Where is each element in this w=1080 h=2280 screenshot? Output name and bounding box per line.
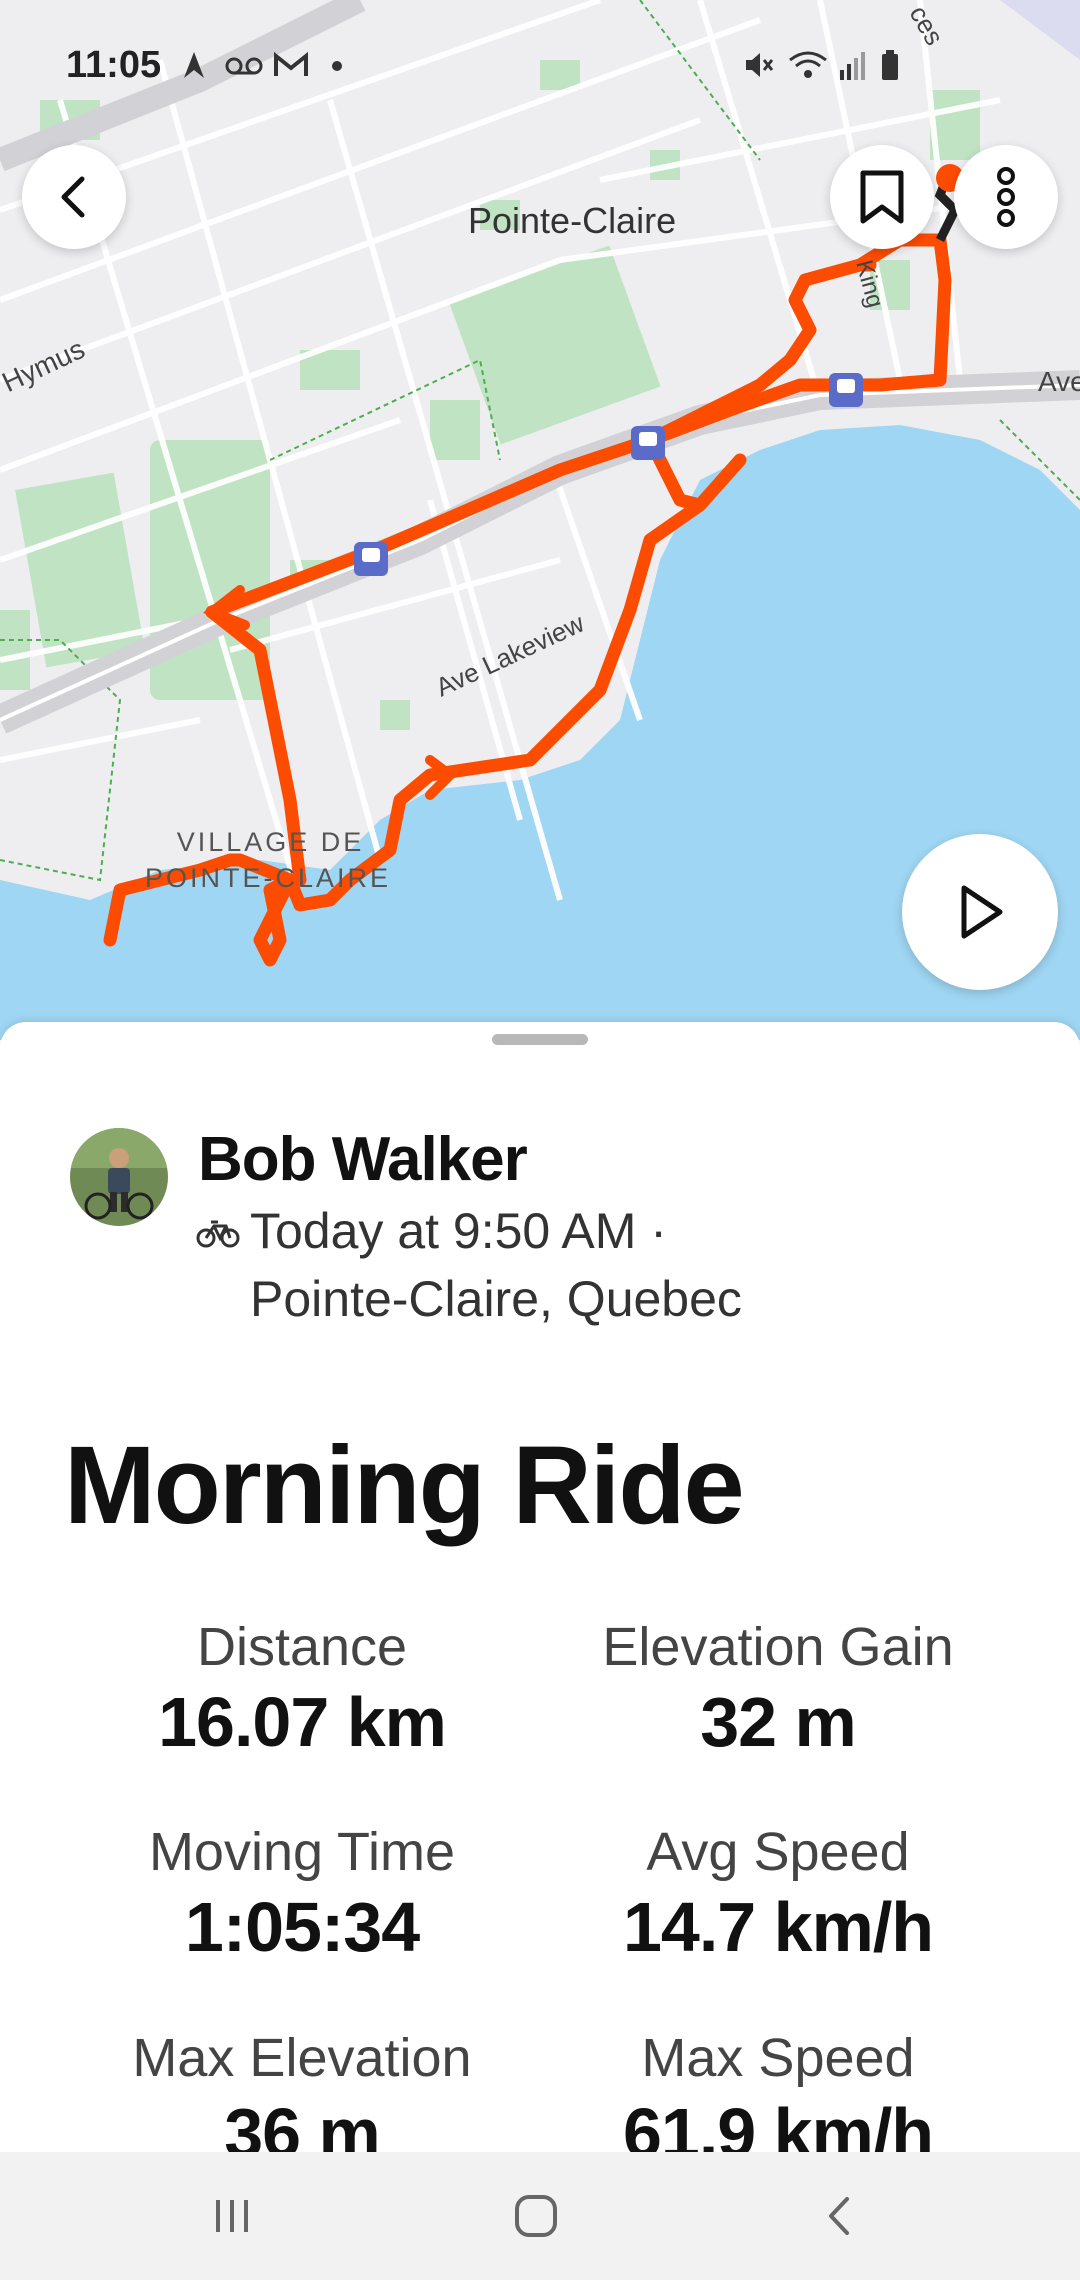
gmail-icon — [274, 51, 308, 76]
bookmark-button[interactable] — [830, 145, 934, 249]
more-vertical-icon — [997, 167, 1015, 227]
stat-max-elevation: Max Elevation 36 m — [62, 2025, 542, 2152]
play-flyover-button[interactable] — [902, 834, 1058, 990]
back-button[interactable] — [22, 145, 126, 249]
voicemail-icon — [225, 57, 263, 75]
signal-icon — [840, 52, 865, 80]
stat-value: 16.07 km — [158, 1683, 447, 1761]
stat-label: Elevation Gain — [602, 1617, 954, 1677]
more-options-button[interactable] — [954, 145, 1058, 249]
stat-moving-time: Moving Time 1:05:34 — [62, 1819, 542, 1969]
back-arrow-icon — [61, 176, 85, 218]
recent-apps-icon — [216, 2200, 248, 2232]
athlete-name[interactable]: Bob Walker — [198, 1124, 528, 1195]
activity-location: Pointe-Claire, Quebec — [250, 1271, 742, 1327]
play-icon — [961, 885, 1003, 939]
wifi-icon — [789, 51, 827, 78]
stat-label: Max Elevation — [132, 2028, 472, 2088]
home-button[interactable] — [476, 2180, 596, 2252]
stat-label: Avg Speed — [646, 1822, 910, 1882]
back-icon — [829, 2197, 849, 2235]
stat-value: 36 m — [224, 2094, 381, 2152]
stat-value: 1:05:34 — [184, 1888, 420, 1966]
navigation-arrow-icon — [184, 52, 204, 78]
activity-sheet[interactable]: Bob Walker Today at 9:50 AM · Pointe-Cla… — [0, 1022, 1080, 2152]
mute-icon — [746, 53, 774, 77]
map-label-pointe-claire: Pointe-Claire — [468, 200, 677, 241]
home-icon — [515, 2195, 557, 2237]
avatar-image — [70, 1128, 168, 1226]
route-map[interactable]: Pointe-Claire Hymus King Ave Ave Lakevie… — [0, 0, 1080, 1040]
map-label-village-line1: VILLAGE DE — [176, 827, 365, 857]
stat-max-speed: Max Speed 61.9 km/h — [538, 2025, 1018, 2152]
stat-label: Distance — [196, 1617, 408, 1677]
drag-handle[interactable] — [492, 1034, 588, 1045]
bookmark-icon — [860, 170, 904, 224]
activity-title: Morning Ride — [64, 1424, 745, 1547]
battery-icon — [882, 50, 898, 80]
recent-apps-button[interactable] — [172, 2180, 292, 2252]
status-time: 11:05 — [66, 44, 162, 86]
map-label-ave: Ave — [1038, 366, 1080, 397]
stat-distance: Distance 16.07 km — [62, 1614, 542, 1764]
avatar[interactable] — [70, 1128, 168, 1226]
stat-label: Moving Time — [148, 1822, 456, 1882]
stat-value: 32 m — [700, 1683, 857, 1761]
stat-value: 14.7 km/h — [622, 1888, 934, 1966]
stat-value: 61.9 km/h — [622, 2094, 934, 2152]
system-back-button[interactable] — [778, 2180, 898, 2252]
stat-avg-speed: Avg Speed 14.7 km/h — [538, 1819, 1018, 1969]
system-nav-bar — [0, 2152, 1080, 2280]
dot-icon — [332, 61, 342, 71]
stat-elevation-gain: Elevation Gain 32 m — [538, 1614, 1018, 1764]
map-label-village-line2: POINTE-CLAIRE — [145, 863, 392, 893]
stat-label: Max Speed — [641, 2028, 915, 2088]
bike-icon — [196, 1220, 240, 1248]
status-bar: 11:05 — [0, 0, 1080, 130]
map-label-village: VILLAGE DE POINTE-CLAIRE — [145, 824, 391, 896]
activity-datetime: Today at 9:50 AM · — [250, 1203, 667, 1259]
